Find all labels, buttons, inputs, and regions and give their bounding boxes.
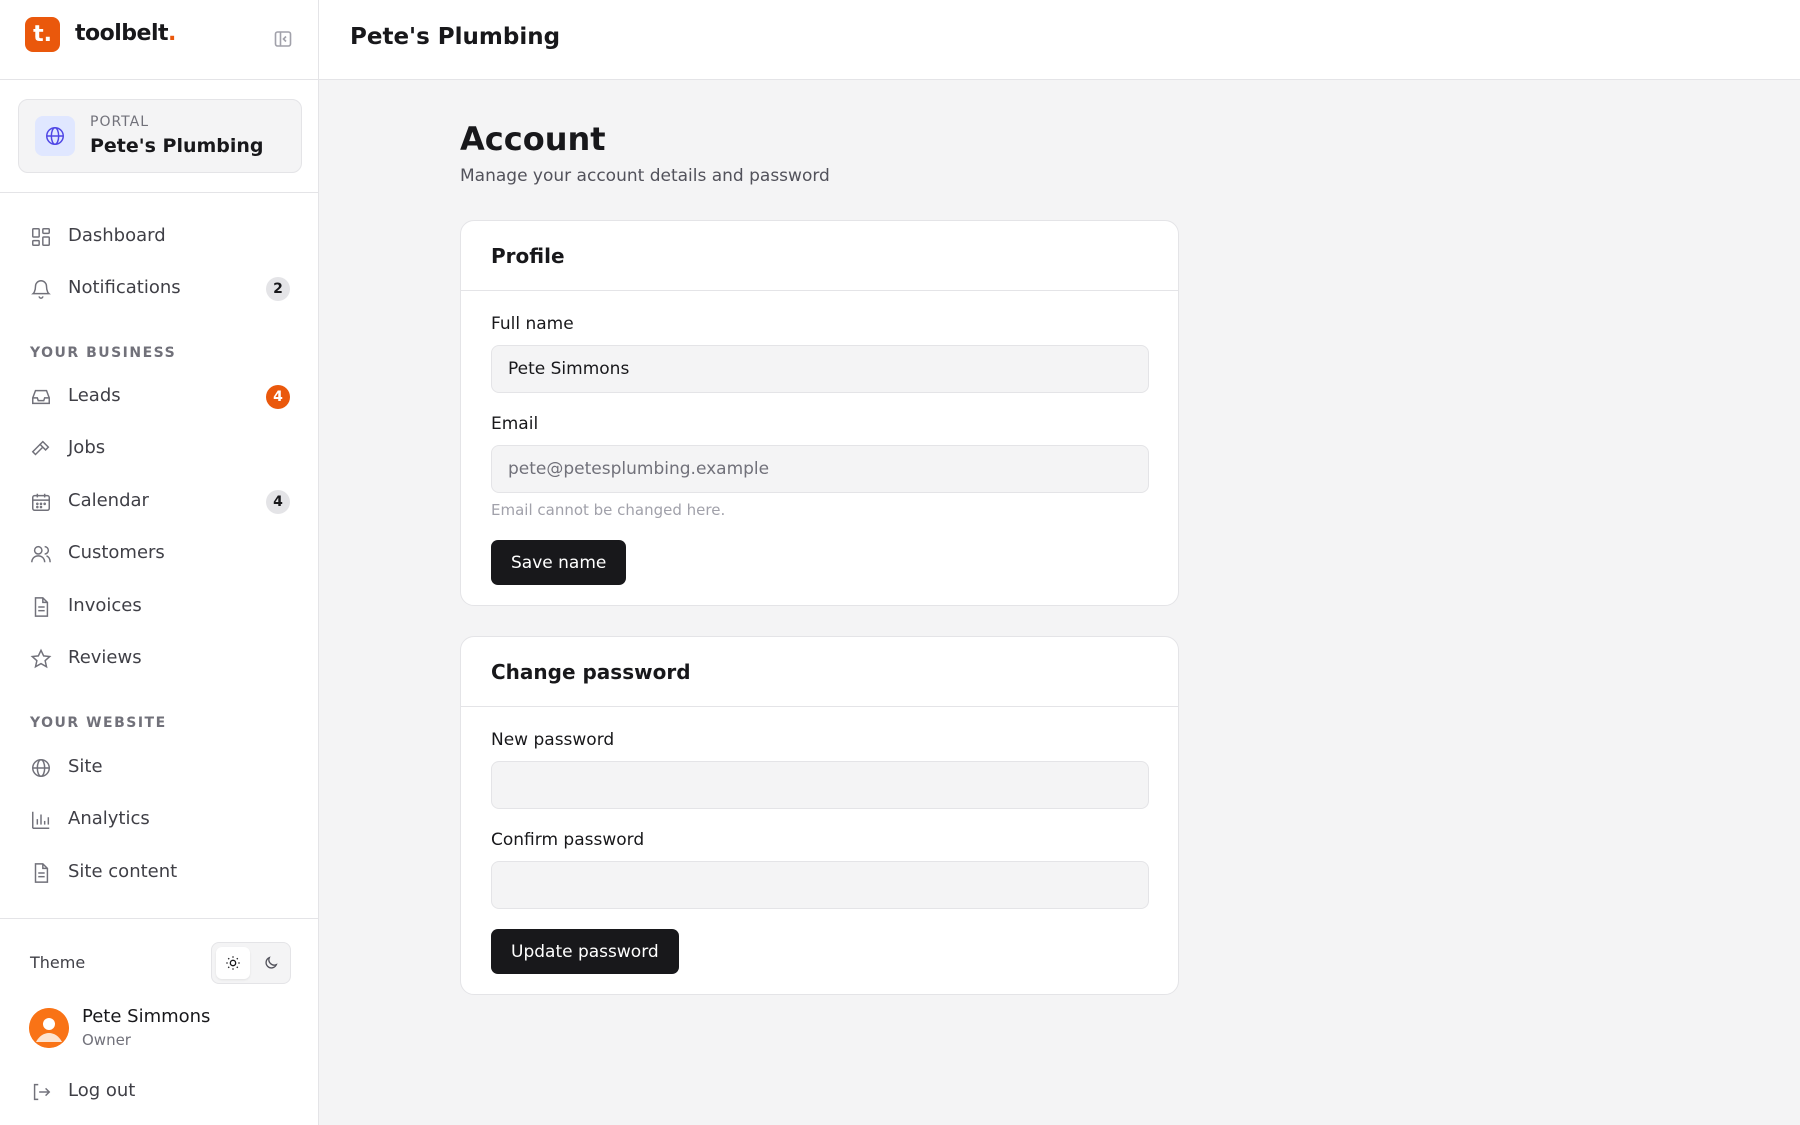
section-label-business: YOUR BUSINESS bbox=[30, 345, 177, 361]
password-card-title: Change password bbox=[491, 660, 691, 684]
save-name-button[interactable]: Save name bbox=[491, 540, 627, 585]
star-icon bbox=[30, 648, 52, 670]
confirm-password-label: Confirm password bbox=[491, 830, 645, 850]
inbox-icon bbox=[30, 386, 52, 408]
email-label: Email bbox=[491, 414, 539, 434]
password-card-header: Change password bbox=[461, 637, 1178, 707]
sidebar-item-label: Invoices bbox=[68, 595, 142, 616]
globe-icon bbox=[35, 116, 75, 156]
bar-chart-icon bbox=[30, 809, 52, 831]
page-title: Account bbox=[460, 120, 606, 158]
update-password-button[interactable]: Update password bbox=[491, 929, 679, 974]
sidebar-item-label: Customers bbox=[68, 542, 165, 563]
logout-label: Log out bbox=[68, 1080, 136, 1101]
sidebar-item-site-content[interactable]: Site content bbox=[18, 850, 300, 894]
profile-card: Profile Full name Email Email cannot be … bbox=[460, 220, 1179, 606]
sidebar-collapse-icon[interactable] bbox=[273, 29, 293, 49]
portal-switcher[interactable]: PORTAL Pete's Plumbing bbox=[18, 99, 302, 173]
sun-icon[interactable] bbox=[216, 947, 250, 979]
sidebar-item-invoices[interactable]: Invoices bbox=[18, 584, 300, 628]
sidebar-item-jobs[interactable]: Jobs bbox=[18, 426, 300, 470]
portal-section: PORTAL Pete's Plumbing bbox=[0, 80, 318, 193]
avatar[interactable] bbox=[29, 1008, 69, 1048]
leads-count-badge: 4 bbox=[266, 385, 290, 409]
full-name-label: Full name bbox=[491, 314, 574, 334]
user-role: Owner bbox=[82, 1031, 131, 1049]
sidebar-item-calendar[interactable]: Calendar 4 bbox=[18, 479, 300, 523]
document-icon bbox=[30, 862, 52, 884]
sidebar-item-analytics[interactable]: Analytics bbox=[18, 797, 300, 841]
user-name: Pete Simmons bbox=[82, 1006, 211, 1027]
sidebar-item-label: Calendar bbox=[68, 490, 149, 511]
sidebar-footer: Theme Pete Simmons Owner Log out bbox=[0, 918, 318, 1125]
file-icon bbox=[30, 596, 52, 618]
sidebar-item-customers[interactable]: Customers bbox=[18, 531, 300, 575]
grid-icon bbox=[30, 226, 52, 248]
sidebar-item-label: Leads bbox=[68, 385, 121, 406]
sidebar-item-label: Site bbox=[68, 756, 103, 777]
sidebar-item-reviews[interactable]: Reviews bbox=[18, 636, 300, 680]
users-icon bbox=[30, 543, 52, 565]
moon-icon[interactable] bbox=[254, 947, 288, 979]
brand-header: t. toolbelt. bbox=[0, 0, 318, 80]
portal-kicker: PORTAL bbox=[90, 114, 150, 130]
password-card: Change password New password Confirm pas… bbox=[460, 636, 1179, 995]
new-password-label: New password bbox=[491, 730, 615, 750]
sidebar-item-label: Reviews bbox=[68, 647, 142, 668]
globe-icon bbox=[30, 757, 52, 779]
header-title: Pete's Plumbing bbox=[350, 24, 561, 50]
profile-card-header: Profile bbox=[461, 221, 1178, 291]
new-password-input[interactable] bbox=[491, 761, 1149, 809]
confirm-password-input[interactable] bbox=[491, 861, 1149, 909]
calendar-count-badge: 4 bbox=[266, 490, 290, 514]
sidebar-item-label: Notifications bbox=[68, 277, 181, 298]
sidebar-item-leads[interactable]: Leads 4 bbox=[18, 374, 300, 418]
theme-label: Theme bbox=[30, 953, 86, 972]
hammer-icon bbox=[30, 438, 52, 460]
brand-name: toolbelt. bbox=[75, 21, 176, 46]
sidebar-item-dashboard[interactable]: Dashboard bbox=[18, 214, 300, 258]
sidebar: t. toolbelt. PORTAL Pete's Plumbing Dash… bbox=[0, 0, 319, 1125]
sidebar-item-site[interactable]: Site bbox=[18, 745, 300, 789]
calendar-icon bbox=[30, 491, 52, 513]
section-label-website: YOUR WEBSITE bbox=[30, 715, 167, 731]
top-bar: Pete's Plumbing bbox=[319, 0, 1800, 80]
sidebar-item-label: Analytics bbox=[68, 808, 150, 829]
logout-button[interactable]: Log out bbox=[18, 1069, 300, 1113]
brand-logo[interactable]: t. bbox=[25, 17, 60, 52]
sidebar-item-notifications[interactable]: Notifications 2 bbox=[18, 266, 300, 310]
bell-icon bbox=[30, 278, 52, 300]
sidebar-item-label: Site content bbox=[68, 861, 178, 882]
page-subtitle: Manage your account details and password bbox=[460, 166, 830, 186]
notifications-count-badge: 2 bbox=[266, 277, 290, 301]
sidebar-item-label: Dashboard bbox=[68, 225, 166, 246]
portal-name: Pete's Plumbing bbox=[90, 135, 264, 157]
full-name-input[interactable] bbox=[491, 345, 1149, 393]
logout-icon bbox=[30, 1081, 52, 1103]
sidebar-item-label: Jobs bbox=[68, 437, 106, 458]
email-hint: Email cannot be changed here. bbox=[491, 501, 726, 519]
profile-card-title: Profile bbox=[491, 244, 565, 268]
theme-toggle bbox=[211, 942, 291, 984]
email-input bbox=[491, 445, 1149, 493]
